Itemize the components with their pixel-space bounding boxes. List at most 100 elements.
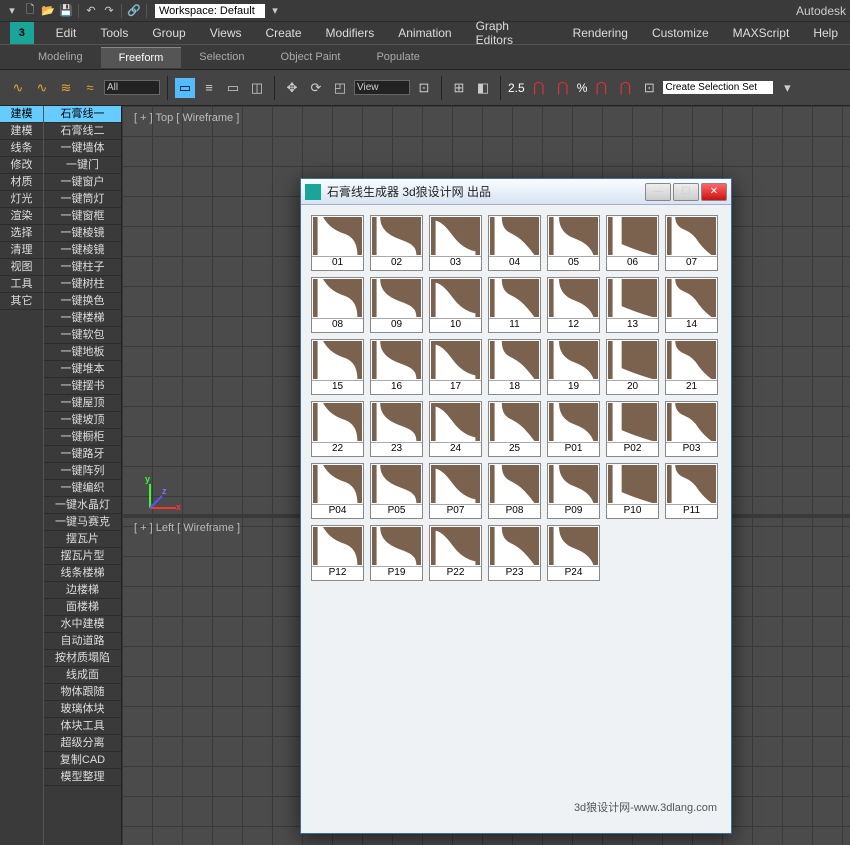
menu-rendering[interactable]: Rendering [561, 23, 640, 43]
tool-item[interactable]: 一键编织 [44, 480, 121, 497]
profile-thumbnail[interactable]: 15 [311, 339, 364, 395]
tool-item[interactable]: 摆瓦片型 [44, 548, 121, 565]
scale-icon[interactable]: ◰ [330, 78, 350, 98]
category-item[interactable]: 线条 [0, 140, 43, 157]
select-name-icon[interactable]: ≡ [199, 78, 219, 98]
profile-thumbnail[interactable]: 02 [370, 215, 423, 271]
profile-thumbnail[interactable]: 24 [429, 401, 482, 457]
tool-item[interactable]: 一键摆书 [44, 378, 121, 395]
snap-toggle-icon[interactable]: ⋂ [591, 78, 611, 98]
profile-thumbnail[interactable]: 04 [488, 215, 541, 271]
curve-tool3-icon[interactable]: ≋ [56, 78, 76, 98]
open-icon[interactable]: 📂 [40, 3, 56, 19]
category-item[interactable]: 其它 [0, 293, 43, 310]
dropdown-icon[interactable]: ▾ [267, 3, 283, 19]
profile-thumbnail[interactable]: P12 [311, 525, 364, 581]
tool-item[interactable]: 线条楼梯 [44, 565, 121, 582]
select-icon[interactable]: ▭ [175, 78, 195, 98]
tool-item[interactable]: 一键窗户 [44, 174, 121, 191]
tool-item[interactable]: 一键路牙 [44, 446, 121, 463]
tool-item[interactable]: 边楼梯 [44, 582, 121, 599]
tool-item[interactable]: 一键墙体 [44, 140, 121, 157]
profile-thumbnail[interactable]: 20 [606, 339, 659, 395]
profile-thumbnail[interactable]: 22 [311, 401, 364, 457]
category-item[interactable]: 材质 [0, 174, 43, 191]
profile-thumbnail[interactable]: 11 [488, 277, 541, 333]
profile-thumbnail[interactable]: P04 [311, 463, 364, 519]
profile-thumbnail[interactable]: 07 [665, 215, 718, 271]
tool-item[interactable]: 一键棱镜 [44, 225, 121, 242]
ribbon-tab-object-paint[interactable]: Object Paint [263, 47, 359, 67]
profile-thumbnail[interactable]: 13 [606, 277, 659, 333]
profile-thumbnail[interactable]: P10 [606, 463, 659, 519]
profile-thumbnail[interactable]: 10 [429, 277, 482, 333]
tool-item[interactable]: 一键屋顶 [44, 395, 121, 412]
profile-thumbnail[interactable]: P09 [547, 463, 600, 519]
profile-thumbnail[interactable]: 16 [370, 339, 423, 395]
category-item[interactable]: 视图 [0, 259, 43, 276]
filter-dropdown[interactable]: All [104, 80, 160, 95]
tool-item[interactable]: 一键软包 [44, 327, 121, 344]
profile-thumbnail[interactable]: 23 [370, 401, 423, 457]
menu-help[interactable]: Help [801, 23, 850, 43]
pivot-icon[interactable]: ⊡ [414, 78, 434, 98]
tool-item[interactable]: 一键柱子 [44, 259, 121, 276]
profile-thumbnail[interactable]: P02 [606, 401, 659, 457]
ribbon-tab-populate[interactable]: Populate [358, 47, 437, 67]
maximize-button[interactable]: ☐ [673, 183, 699, 201]
profile-thumbnail[interactable]: 19 [547, 339, 600, 395]
viewport-left-label[interactable]: [ + ] Left [ Wireframe ] [134, 522, 240, 534]
selection-set-dropdown[interactable]: Create Selection Set [663, 81, 773, 94]
profile-thumbnail[interactable]: P11 [665, 463, 718, 519]
link-icon[interactable]: 🔗 [126, 3, 142, 19]
profile-thumbnail[interactable]: P08 [488, 463, 541, 519]
tool-item[interactable]: 玻璃体块 [44, 701, 121, 718]
tool-item[interactable]: 一键筒灯 [44, 191, 121, 208]
profile-thumbnail[interactable]: P24 [547, 525, 600, 581]
menu-graph-editors[interactable]: Graph Editors [464, 16, 561, 50]
tool-item[interactable]: 摆瓦片 [44, 531, 121, 548]
tool-item[interactable]: 一键楼梯 [44, 310, 121, 327]
profile-thumbnail[interactable]: 25 [488, 401, 541, 457]
tool-item[interactable]: 一键橱柜 [44, 429, 121, 446]
category-item[interactable]: 修改 [0, 157, 43, 174]
tool-item[interactable]: 面楼梯 [44, 599, 121, 616]
curve-tool4-icon[interactable]: ≈ [80, 78, 100, 98]
named-sets-icon[interactable]: ⊡ [639, 78, 659, 98]
rotate-icon[interactable]: ⟳ [306, 78, 326, 98]
tool-item[interactable]: 石膏线二 [44, 123, 121, 140]
undo-icon[interactable]: ↶ [83, 3, 99, 19]
category-item[interactable]: 灯光 [0, 191, 43, 208]
profile-thumbnail[interactable]: 01 [311, 215, 364, 271]
ref-coord-dropdown[interactable]: View [354, 80, 410, 95]
manip-icon[interactable]: ⊞ [449, 78, 469, 98]
menu-customize[interactable]: Customize [640, 23, 721, 43]
snap-spinner-value[interactable]: 2.5 [508, 81, 525, 95]
curve-tool2-icon[interactable]: ∿ [32, 78, 52, 98]
tool-item[interactable]: 一键马赛克 [44, 514, 121, 531]
ribbon-tab-selection[interactable]: Selection [181, 47, 262, 67]
profile-thumbnail[interactable]: P19 [370, 525, 423, 581]
category-item[interactable]: 工具 [0, 276, 43, 293]
menu-group[interactable]: Group [140, 23, 197, 43]
category-item[interactable]: 建模 [0, 106, 43, 123]
tool-item[interactable]: 自动道路 [44, 633, 121, 650]
profile-thumbnail[interactable]: 09 [370, 277, 423, 333]
profile-thumbnail[interactable]: 14 [665, 277, 718, 333]
tool-item[interactable]: 一键换色 [44, 293, 121, 310]
tool-item[interactable]: 按材质塌陷 [44, 650, 121, 667]
profile-thumbnail[interactable]: P03 [665, 401, 718, 457]
menu-edit[interactable]: Edit [44, 23, 89, 43]
minimize-button[interactable]: — [645, 183, 671, 201]
category-item[interactable]: 选择 [0, 225, 43, 242]
tool-item[interactable]: 一键阵列 [44, 463, 121, 480]
move-icon[interactable]: ✥ [282, 78, 302, 98]
tool-item[interactable]: 一键堆本 [44, 361, 121, 378]
menu-views[interactable]: Views [198, 23, 254, 43]
menu-create[interactable]: Create [254, 23, 314, 43]
profile-thumbnail[interactable]: 12 [547, 277, 600, 333]
profile-thumbnail[interactable]: 05 [547, 215, 600, 271]
profile-thumbnail[interactable]: P23 [488, 525, 541, 581]
tool-item[interactable]: 一键水晶灯 [44, 497, 121, 514]
profile-thumbnail[interactable]: 03 [429, 215, 482, 271]
